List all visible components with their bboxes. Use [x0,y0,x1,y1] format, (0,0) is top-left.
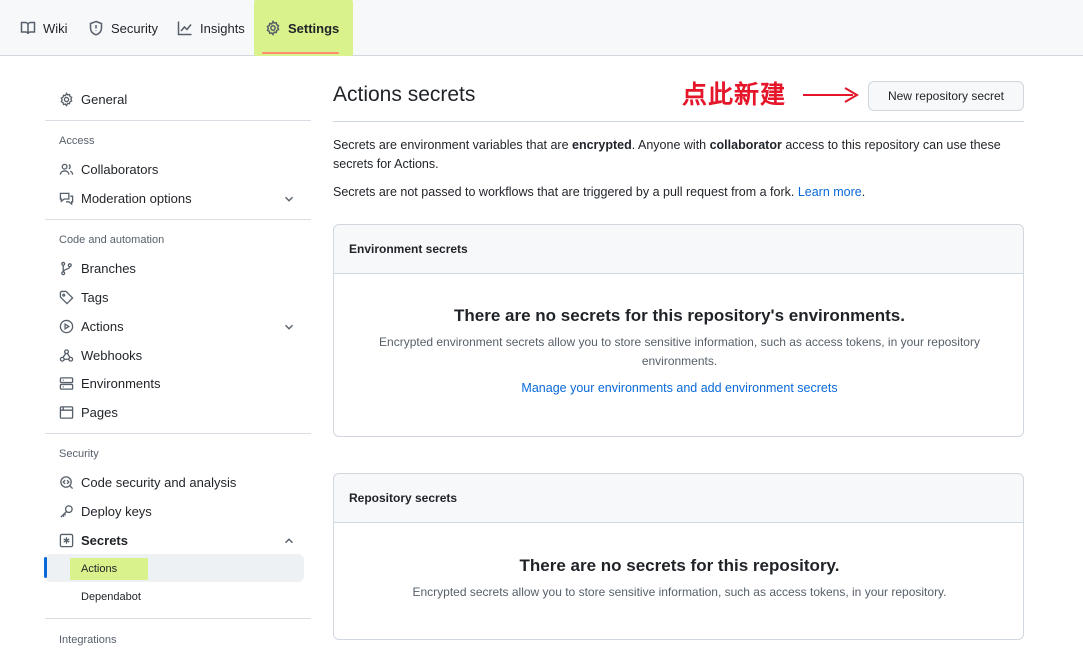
gear-icon [60,91,73,107]
sidebar-item-code-security[interactable]: Code security and analysis [59,471,236,493]
tab-insights-label: Insights [200,20,245,36]
empty-state-description: Encrypted environment secrets allow you … [379,335,980,368]
sidebar-item-label: Branches [81,260,136,276]
repository-secrets-panel: Repository secrets There are no secrets … [333,473,1024,640]
sidebar-item-general[interactable]: General [59,88,127,110]
shield-icon [89,20,103,36]
environment-secrets-panel: Environment secrets There are no secrets… [333,224,1024,437]
title-divider [333,121,1024,122]
sidebar-item-label: General [81,91,128,107]
annotation-text: 点此新建 [682,80,787,109]
sidebar-item-moderation[interactable]: Moderation options [59,187,192,209]
tab-insights[interactable]: Insights [177,0,245,56]
sidebar-heading-access: Access [59,135,95,147]
sidebar-item-label: Webhooks [81,347,143,363]
key-icon [60,504,73,518]
annotation-arrow-icon [803,87,859,103]
panel-header: Environment secrets [334,225,1023,274]
server-icon [59,376,74,390]
sidebar-item-label: Deploy keys [81,503,152,519]
book-icon [20,21,36,35]
new-repository-secret-button[interactable]: New repository secret [868,81,1024,111]
sidebar-item-collaborators[interactable]: Collaborators [59,158,158,180]
gear-icon [266,20,280,36]
sidebar-item-label: Tags [81,289,109,305]
sidebar-item-tags[interactable]: Tags [59,286,108,308]
comment-discussion-icon [59,192,74,206]
sidebar-heading-integrations: Integrations [59,634,117,646]
sidebar-heading-code: Code and automation [59,234,165,246]
sidebar-item-label: Code security and analysis [81,474,237,490]
tab-settings-label: Settings [288,20,340,36]
fork-note: Secrets are not passed to workflows that… [333,185,866,199]
learn-more-link[interactable]: Learn more [798,185,862,199]
tab-security[interactable]: Security [88,0,158,56]
tag-icon [59,290,74,305]
sidebar-item-label: Pages [81,404,118,420]
sidebar-item-environments[interactable]: Environments [59,372,160,394]
sidebar-item-label: Environments [81,375,161,391]
sidebar-subitem-dependabot[interactable]: Dependabot [70,586,152,608]
sidebar-active-indicator [44,557,47,578]
sidebar-divider [45,433,311,434]
sidebar-item-label: Actions [81,318,124,334]
sidebar-item-secrets[interactable]: Secrets [59,529,128,551]
empty-state-title: There are no secrets for this repository… [454,306,905,325]
sidebar-item-label: Collaborators [81,161,159,177]
sidebar-item-branches[interactable]: Branches [59,257,136,279]
tab-wiki[interactable]: Wiki [20,0,68,56]
tab-wiki-label: Wiki [43,20,68,36]
browser-icon [59,405,74,419]
people-icon [59,163,74,175]
empty-state-title: There are no secrets for this repository… [519,556,840,575]
sidebar-heading-security: Security [59,448,99,460]
tab-settings[interactable]: Settings [254,0,353,56]
sidebar-item-label: Moderation options [81,190,192,206]
page-title: Actions secrets [333,83,476,106]
tab-security-label: Security [111,20,158,36]
sidebar-item-label: Secrets [81,532,128,548]
empty-state-description: Encrypted secrets allow you to store sen… [412,585,947,599]
repo-nav-bar: Wiki Security Insights Settings [0,0,1083,56]
sidebar-item-webhooks[interactable]: Webhooks [59,344,142,366]
sidebar-item-deploy-keys[interactable]: Deploy keys [59,500,152,522]
chevron-down-icon[interactable] [282,192,296,206]
chevron-up-icon[interactable] [282,534,296,548]
chevron-down-icon[interactable] [282,320,296,334]
sidebar-item-pages[interactable]: Pages [59,401,118,423]
graph-icon [177,21,192,36]
git-branch-icon [61,261,72,275]
key-asterisk-icon [59,533,74,547]
sidebar-divider [45,219,311,220]
sidebar-subitem-actions[interactable]: Actions [70,558,148,580]
manage-environments-link[interactable]: Manage your environments and add environ… [521,381,837,395]
sidebar-item-actions[interactable]: Actions [59,315,124,337]
codescan-icon [60,475,74,489]
play-icon [59,319,74,333]
sidebar-divider [45,120,311,121]
panel-header: Repository secrets [334,474,1023,523]
webhook-icon [59,348,74,362]
intro-paragraph: Secrets are environment variables that a… [333,138,1001,171]
sidebar-divider [45,618,311,619]
